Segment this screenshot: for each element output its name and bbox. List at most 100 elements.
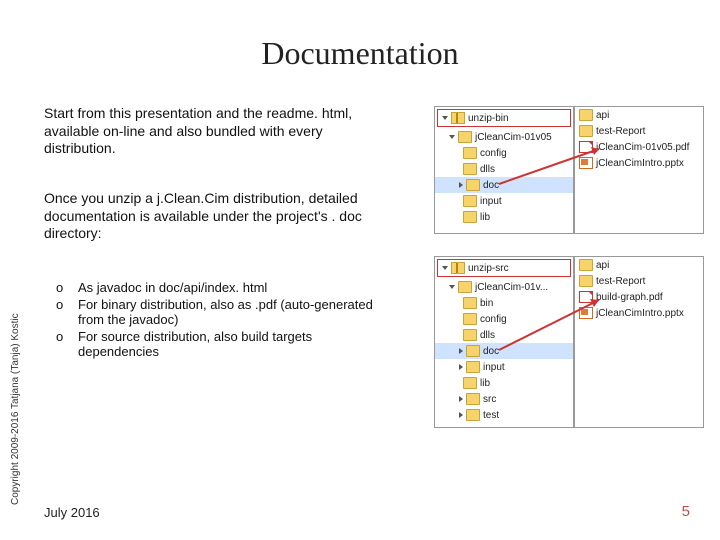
pdf-icon bbox=[579, 291, 593, 303]
file-row: api bbox=[575, 257, 703, 273]
tree-row: dlls bbox=[435, 161, 573, 177]
screenshot-bin: unzip-bin jCleanCim-01v05 config dlls do… bbox=[434, 106, 704, 232]
zip-icon bbox=[451, 112, 465, 124]
bullet-marker: o bbox=[56, 329, 78, 359]
tree-label: config bbox=[480, 148, 507, 159]
paragraph-1: Start from this presentation and the rea… bbox=[44, 105, 384, 158]
folder-icon bbox=[463, 313, 477, 325]
tree-label: doc bbox=[483, 180, 499, 191]
tree-label: lib bbox=[480, 378, 490, 389]
expand-icon bbox=[442, 266, 448, 270]
screenshot-src: unzip-src jCleanCim-01v... bin config dl… bbox=[434, 256, 704, 426]
tree-label: config bbox=[480, 314, 507, 325]
tree-label: test bbox=[483, 410, 499, 421]
tree-label: doc bbox=[483, 346, 499, 357]
page-number: 5 bbox=[682, 503, 690, 520]
tree-row: unzip-bin bbox=[437, 109, 571, 127]
zip-icon bbox=[451, 262, 465, 274]
file-row: jCleanCimIntro.pptx bbox=[575, 305, 703, 321]
expand-icon bbox=[459, 364, 463, 370]
tree-row: config bbox=[435, 311, 573, 327]
folder-icon bbox=[463, 377, 477, 389]
tree-row: jCleanCim-01v05 bbox=[435, 129, 573, 145]
expand-icon bbox=[449, 285, 455, 289]
file-label: api bbox=[596, 110, 609, 121]
expand-icon bbox=[442, 116, 448, 120]
folder-icon bbox=[463, 329, 477, 341]
tree-row: bin bbox=[435, 295, 573, 311]
tree-row: jCleanCim-01v... bbox=[435, 279, 573, 295]
folder-icon bbox=[463, 297, 477, 309]
folder-icon bbox=[458, 131, 472, 143]
file-label: jCleanCim-01v05.pdf bbox=[596, 142, 689, 153]
ppt-icon bbox=[579, 157, 593, 169]
tree-row: lib bbox=[435, 209, 573, 225]
tree-label: lib bbox=[480, 212, 490, 223]
file-row: api bbox=[575, 107, 703, 123]
folder-icon bbox=[463, 211, 477, 223]
folder-icon bbox=[463, 195, 477, 207]
expand-icon bbox=[459, 348, 463, 354]
expand-icon bbox=[459, 182, 463, 188]
bullet-text: For source distribution, also build targ… bbox=[78, 329, 386, 359]
file-label: jCleanCimIntro.pptx bbox=[596, 308, 684, 319]
tree-label: jCleanCim-01v05 bbox=[475, 132, 552, 143]
expand-icon bbox=[459, 412, 463, 418]
folder-icon bbox=[579, 109, 593, 121]
paragraph-2: Once you unzip a j.Clean.Cim distributio… bbox=[44, 190, 384, 243]
tree-pane: unzip-bin jCleanCim-01v05 config dlls do… bbox=[434, 106, 574, 234]
tree-row: input bbox=[435, 359, 573, 375]
tree-row: unzip-src bbox=[437, 259, 571, 277]
expand-icon bbox=[459, 396, 463, 402]
tree-label: unzip-src bbox=[468, 263, 509, 274]
tree-row-selected: doc bbox=[435, 343, 573, 359]
tree-row: config bbox=[435, 145, 573, 161]
file-label: build-graph.pdf bbox=[596, 292, 663, 303]
file-pane: api test-Report jCleanCim-01v05.pdf jCle… bbox=[574, 106, 704, 234]
tree-row: lib bbox=[435, 375, 573, 391]
folder-icon bbox=[466, 409, 480, 421]
tree-label: bin bbox=[480, 298, 493, 309]
file-label: api bbox=[596, 260, 609, 271]
folder-icon bbox=[466, 345, 480, 357]
tree-label: input bbox=[480, 196, 502, 207]
folder-icon bbox=[579, 275, 593, 287]
file-label: test-Report bbox=[596, 126, 645, 137]
tree-row: test bbox=[435, 407, 573, 423]
file-pane: api test-Report build-graph.pdf jCleanCi… bbox=[574, 256, 704, 428]
bullet-marker: o bbox=[56, 280, 78, 295]
bullet-item: oFor binary distribution, also as .pdf (… bbox=[56, 297, 386, 327]
bullet-list: oAs javadoc in doc/api/index. html oFor … bbox=[56, 280, 386, 361]
tree-pane: unzip-src jCleanCim-01v... bin config dl… bbox=[434, 256, 574, 428]
slide: Documentation Start from this presentati… bbox=[0, 0, 720, 540]
file-row: jCleanCimIntro.pptx bbox=[575, 155, 703, 171]
bullet-item: oFor source distribution, also build tar… bbox=[56, 329, 386, 359]
tree-label: input bbox=[483, 362, 505, 373]
file-row: test-Report bbox=[575, 273, 703, 289]
file-label: jCleanCimIntro.pptx bbox=[596, 158, 684, 169]
slide-title: Documentation bbox=[0, 35, 720, 72]
tree-row: dlls bbox=[435, 327, 573, 343]
folder-icon bbox=[463, 147, 477, 159]
bullet-text: As javadoc in doc/api/index. html bbox=[78, 280, 267, 295]
bullet-marker: o bbox=[56, 297, 78, 327]
tree-label: src bbox=[483, 394, 496, 405]
tree-label: unzip-bin bbox=[468, 113, 509, 124]
folder-icon bbox=[579, 125, 593, 137]
arrow-icon bbox=[499, 184, 619, 185]
tree-row-selected: doc bbox=[435, 177, 573, 193]
tree-row: src bbox=[435, 391, 573, 407]
footer-date: July 2016 bbox=[44, 505, 100, 520]
folder-icon bbox=[579, 259, 593, 271]
file-row: test-Report bbox=[575, 123, 703, 139]
copyright: Copyright 2009-2016 Tatjana (Tanja) Kost… bbox=[10, 313, 21, 505]
tree-label: dlls bbox=[480, 164, 495, 175]
folder-icon bbox=[463, 163, 477, 175]
bullet-text: For binary distribution, also as .pdf (a… bbox=[78, 297, 386, 327]
file-label: test-Report bbox=[596, 276, 645, 287]
bullet-item: oAs javadoc in doc/api/index. html bbox=[56, 280, 386, 295]
folder-icon bbox=[466, 393, 480, 405]
tree-label: dlls bbox=[480, 330, 495, 341]
tree-label: jCleanCim-01v... bbox=[475, 282, 548, 293]
tree-row: input bbox=[435, 193, 573, 209]
